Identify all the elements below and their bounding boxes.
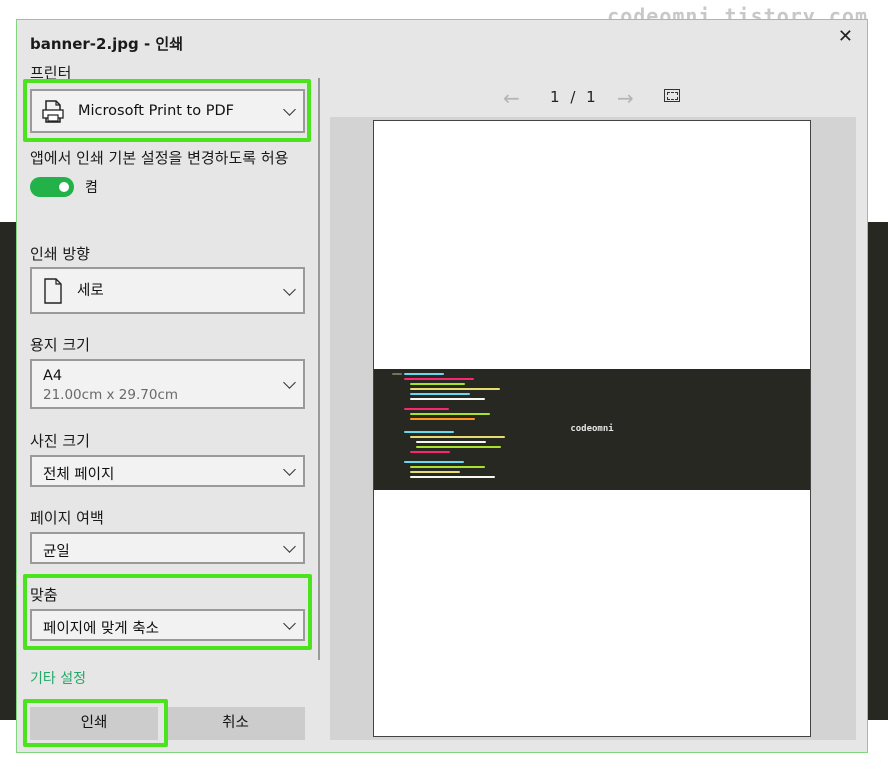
print-preview: codeomni: [330, 117, 856, 740]
margins-select[interactable]: 균일: [30, 532, 305, 564]
photo-size-value: 전체 페이지: [43, 467, 115, 483]
chevron-down-icon: [283, 540, 296, 553]
paper-size-value: A4: [43, 368, 63, 384]
highlight-fit: [23, 574, 312, 650]
more-settings-link[interactable]: 기타 설정: [30, 668, 86, 688]
next-page-icon[interactable]: →: [617, 86, 634, 110]
prev-page-icon[interactable]: ←: [503, 86, 520, 110]
app-settings-toggle[interactable]: [30, 177, 74, 197]
paper-size-select[interactable]: A4 21.00cm x 29.70cm: [30, 359, 305, 409]
orientation-value: 세로: [77, 283, 104, 299]
highlight-print-button: [23, 699, 168, 747]
photo-size-select[interactable]: 전체 페이지: [30, 455, 305, 487]
page-icon: [44, 278, 62, 304]
paper-size-dimensions: 21.00cm x 29.70cm: [43, 387, 179, 403]
background-code-right: [866, 222, 888, 720]
chevron-down-icon: [283, 283, 296, 296]
margins-value: 균일: [43, 544, 70, 560]
highlight-printer: [23, 79, 311, 142]
toggle-knob: [59, 182, 69, 192]
chevron-down-icon: [283, 463, 296, 476]
page-total: 1: [586, 88, 596, 106]
page-current: 1: [550, 88, 560, 106]
preview-banner-image: codeomni: [374, 369, 810, 490]
margins-label: 페이지 여백: [30, 509, 104, 527]
photo-size-label: 사진 크기: [30, 432, 90, 450]
close-icon[interactable]: ✕: [838, 26, 853, 47]
cancel-button[interactable]: 취소: [166, 707, 305, 740]
fit-to-window-icon[interactable]: [664, 89, 680, 102]
app-settings-label: 앱에서 인쇄 기본 설정을 변경하도록 허용: [30, 149, 289, 167]
page-indicator: 1 / 1: [550, 88, 596, 106]
banner-text: codeomni: [570, 424, 614, 434]
orientation-label: 인쇄 방향: [30, 245, 90, 263]
page-separator: /: [570, 88, 576, 106]
preview-page: codeomni: [373, 120, 811, 737]
paper-size-label: 용지 크기: [30, 336, 90, 354]
orientation-select[interactable]: 세로: [30, 267, 305, 314]
dialog-title: banner-2.jpg - 인쇄: [30, 35, 184, 53]
chevron-down-icon: [283, 376, 296, 389]
panel-scrollbar[interactable]: [318, 78, 320, 660]
toggle-state: 켬: [85, 180, 98, 196]
